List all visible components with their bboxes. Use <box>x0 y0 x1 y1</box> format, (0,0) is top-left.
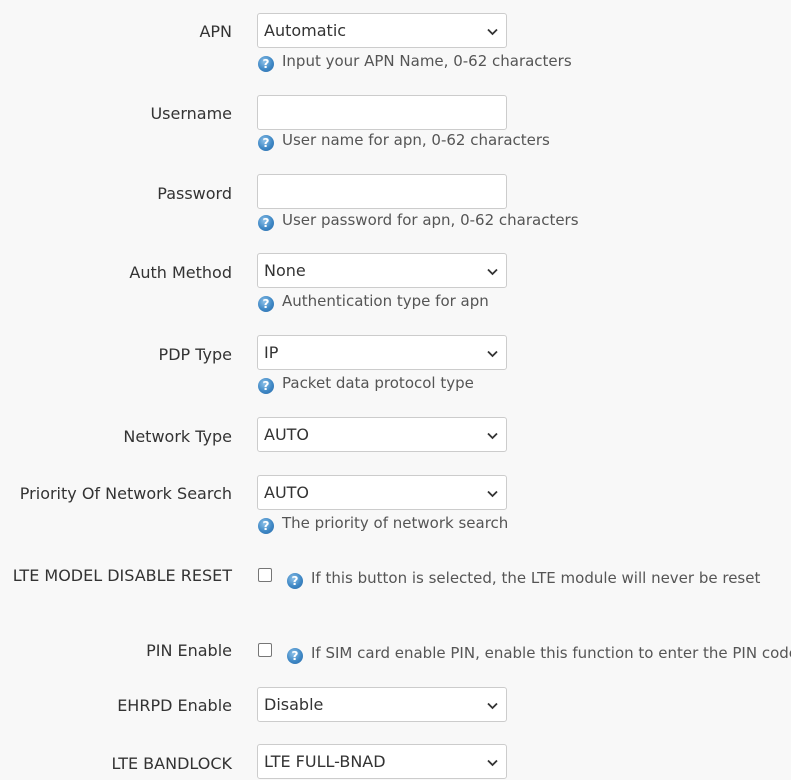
pdp-type-hint: ? Packet data protocol type <box>258 373 474 394</box>
lte-bandlock-select[interactable]: LTE FULL-BNAD <box>257 744 507 779</box>
network-type-select[interactable]: AUTO <box>257 417 507 452</box>
apn-hint-text: Input your APN Name, 0-62 characters <box>282 52 572 70</box>
auth-method-hint-text: Authentication type for apn <box>282 292 489 310</box>
pin-enable-hint: ? If SIM card enable PIN, enable this fun… <box>287 643 791 664</box>
lte-reset-checkbox[interactable] <box>258 568 272 582</box>
lte-reset-hint-text: If this button is selected, the LTE modu… <box>311 569 761 587</box>
chevron-down-icon <box>487 432 498 440</box>
password-hint: ? User password for apn, 0-62 characters <box>258 210 579 231</box>
ehrpd-select[interactable]: Disable <box>257 687 507 722</box>
question-circle-icon: ? <box>287 648 303 664</box>
lte-bandlock-label: LTE BANDLOCK <box>111 754 233 773</box>
question-circle-icon: ? <box>258 296 274 312</box>
chevron-down-icon <box>487 28 498 36</box>
pin-enable-label: PIN Enable <box>146 641 232 660</box>
lte-reset-hint: ? If this button is selected, the LTE mod… <box>287 568 760 589</box>
lte-reset-label: LTE MODEL DISABLE RESET <box>12 566 232 585</box>
chevron-down-icon <box>487 490 498 498</box>
priority-hint: ? The priority of network search <box>258 513 508 534</box>
password-hint-text: User password for apn, 0-62 characters <box>282 211 579 229</box>
pin-enable-hint-text: If SIM card enable PIN, enable this func… <box>311 644 791 662</box>
pdp-type-select-value: IP <box>264 343 279 362</box>
pin-enable-checkbox[interactable] <box>258 643 272 657</box>
lte-bandlock-select-value: LTE FULL-BNAD <box>264 752 386 771</box>
question-circle-icon: ? <box>258 378 274 394</box>
network-type-label: Network Type <box>123 427 232 446</box>
pdp-type-label: PDP Type <box>158 345 232 364</box>
pdp-type-hint-text: Packet data protocol type <box>282 374 474 392</box>
chevron-down-icon <box>487 702 498 710</box>
auth-method-label: Auth Method <box>129 263 232 282</box>
chevron-down-icon <box>487 350 498 358</box>
username-hint-text: User name for apn, 0-62 characters <box>282 131 550 149</box>
apn-select-value: Automatic <box>264 21 347 40</box>
chevron-down-icon <box>487 759 498 767</box>
password-input[interactable] <box>257 174 507 209</box>
chevron-down-icon <box>487 268 498 276</box>
ehrpd-select-value: Disable <box>264 695 324 714</box>
username-input[interactable] <box>257 95 507 130</box>
auth-method-select-value: None <box>264 261 306 280</box>
priority-hint-text: The priority of network search <box>282 514 509 532</box>
apn-label: APN <box>199 22 232 41</box>
question-circle-icon: ? <box>258 215 274 231</box>
priority-select[interactable]: AUTO <box>257 475 507 510</box>
auth-method-select[interactable]: None <box>257 253 507 288</box>
pdp-type-select[interactable]: IP <box>257 335 507 370</box>
auth-method-hint: ? Authentication type for apn <box>258 291 489 312</box>
question-circle-icon: ? <box>287 573 303 589</box>
password-label: Password <box>157 184 232 203</box>
apn-hint: ? Input your APN Name, 0-62 characters <box>258 51 572 72</box>
username-label: Username <box>150 104 232 123</box>
ehrpd-label: EHRPD Enable <box>117 696 232 715</box>
apn-select[interactable]: Automatic <box>257 13 507 48</box>
question-circle-icon: ? <box>258 135 274 151</box>
priority-label: Priority Of Network Search <box>19 484 232 503</box>
network-type-select-value: AUTO <box>264 425 310 444</box>
question-circle-icon: ? <box>258 56 274 72</box>
username-hint: ? User name for apn, 0-62 characters <box>258 130 550 151</box>
priority-select-value: AUTO <box>264 483 310 502</box>
question-circle-icon: ? <box>258 518 274 534</box>
